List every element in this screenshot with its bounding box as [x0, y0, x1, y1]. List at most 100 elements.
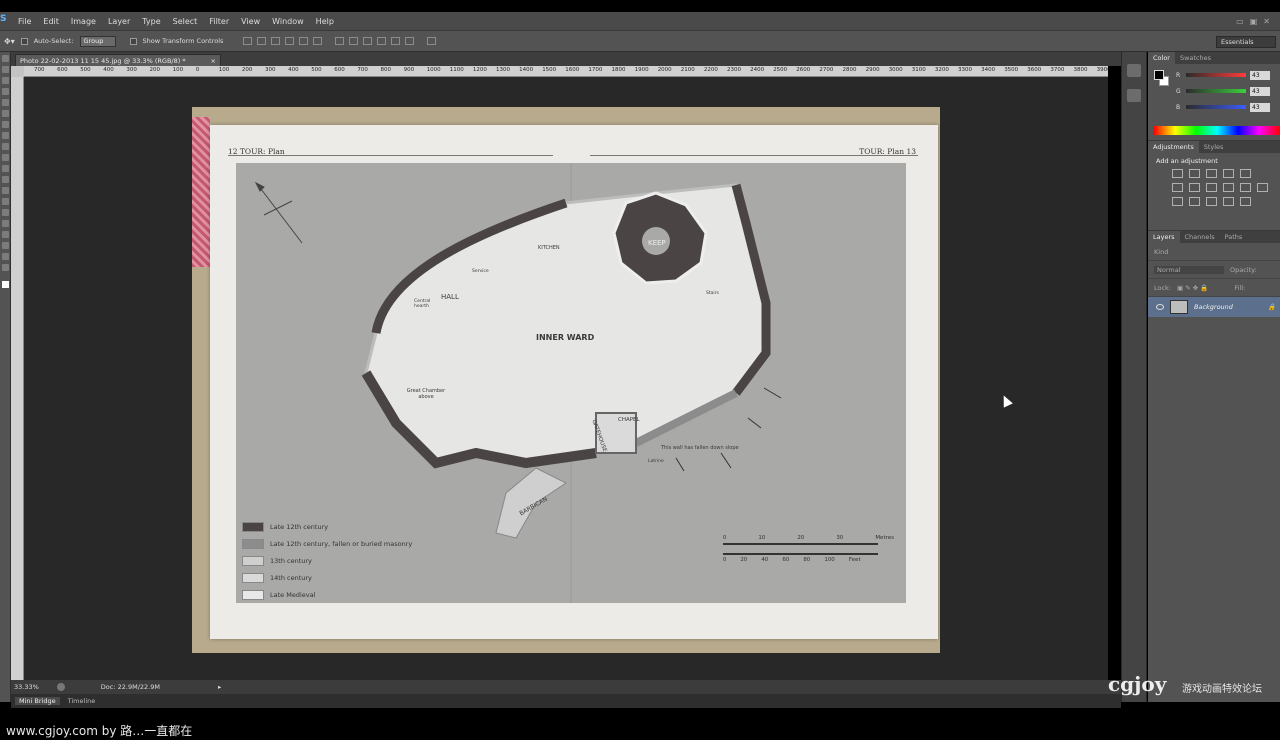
tab-adjustments[interactable]: Adjustments — [1148, 141, 1199, 153]
horizontal-ruler[interactable]: 700 600 500 400 300 200 100 0 100 200 300 400 500 600… — [24, 66, 1108, 77]
move-tool-icon[interactable]: ✥▾ — [4, 37, 15, 46]
minimize-icon[interactable]: ▭ — [1236, 17, 1244, 26]
vibrance-icon[interactable] — [1240, 169, 1251, 178]
document-canvas[interactable]: 12 TOUR: Plan TOUR: Plan 13 KEEP HALL IN… — [24, 77, 1108, 680]
green-track[interactable] — [1186, 89, 1246, 93]
stamp-tool-icon[interactable] — [2, 143, 9, 150]
marquee-tool-icon[interactable] — [2, 66, 9, 73]
visibility-eye-icon[interactable] — [1156, 304, 1164, 310]
distribute-vcenter-icon[interactable] — [349, 37, 359, 45]
auto-select-dropdown[interactable]: Group — [79, 35, 116, 47]
hue-saturation-icon[interactable] — [1172, 183, 1183, 192]
zoom-tool-icon[interactable] — [2, 264, 9, 271]
filter-kind-dropdown[interactable]: Kind — [1154, 248, 1168, 256]
blue-slider[interactable]: B 43 — [1176, 102, 1276, 112]
brush-tool-icon[interactable] — [2, 132, 9, 139]
history-panel-icon[interactable] — [1127, 64, 1141, 77]
dodge-tool-icon[interactable] — [2, 198, 9, 205]
tab-paths[interactable]: Paths — [1220, 231, 1248, 243]
menu-file[interactable]: File — [12, 17, 37, 26]
threshold-icon[interactable] — [1206, 197, 1217, 206]
eyedropper-tool-icon[interactable] — [2, 110, 9, 117]
green-value[interactable]: 43 — [1250, 86, 1270, 96]
red-track[interactable] — [1186, 73, 1246, 77]
tab-mini-bridge[interactable]: Mini Bridge — [15, 697, 60, 705]
status-info-icon[interactable] — [56, 683, 65, 691]
healing-tool-icon[interactable] — [2, 121, 9, 128]
hand-tool-icon[interactable] — [2, 253, 9, 260]
align-left-icon[interactable] — [285, 37, 295, 45]
exposure-icon[interactable] — [1223, 169, 1234, 178]
gradient-map-icon[interactable] — [1223, 197, 1234, 206]
align-top-icon[interactable] — [243, 37, 253, 45]
distribute-right-icon[interactable] — [405, 37, 415, 45]
levels-icon[interactable] — [1189, 169, 1200, 178]
menu-select[interactable]: Select — [167, 17, 204, 26]
show-transform-checkbox[interactable] — [129, 37, 137, 45]
green-slider[interactable]: G 43 — [1176, 86, 1276, 96]
ruler-origin[interactable] — [11, 66, 24, 77]
type-tool-icon[interactable] — [2, 220, 9, 227]
tab-swatches[interactable]: Swatches — [1175, 52, 1216, 64]
color-spectrum[interactable] — [1154, 126, 1280, 135]
blend-mode-dropdown[interactable]: Normal — [1154, 265, 1224, 274]
path-select-tool-icon[interactable] — [2, 231, 9, 238]
move-tool-icon[interactable] — [2, 55, 9, 62]
posterize-icon[interactable] — [1189, 197, 1200, 206]
tab-layers[interactable]: Layers — [1148, 231, 1180, 243]
photo-filter-icon[interactable] — [1223, 183, 1234, 192]
blue-track[interactable] — [1186, 105, 1246, 109]
distribute-bottom-icon[interactable] — [363, 37, 373, 45]
menu-layer[interactable]: Layer — [102, 17, 136, 26]
layer-name[interactable]: Background — [1194, 303, 1233, 311]
auto-select-checkbox[interactable] — [20, 37, 28, 45]
menu-image[interactable]: Image — [65, 17, 102, 26]
shape-tool-icon[interactable] — [2, 242, 9, 249]
pen-tool-icon[interactable] — [2, 209, 9, 216]
distribute-left-icon[interactable] — [377, 37, 387, 45]
foreground-color-swatch[interactable] — [2, 281, 9, 288]
eraser-tool-icon[interactable] — [2, 165, 9, 172]
menu-filter[interactable]: Filter — [203, 17, 235, 26]
foreground-color-swatch[interactable] — [1154, 70, 1164, 80]
brightness-icon[interactable] — [1172, 169, 1183, 178]
quick-select-tool-icon[interactable] — [2, 88, 9, 95]
tab-channels[interactable]: Channels — [1180, 231, 1220, 243]
align-bottom-icon[interactable] — [271, 37, 281, 45]
lasso-tool-icon[interactable] — [2, 77, 9, 84]
menu-edit[interactable]: Edit — [37, 17, 65, 26]
distribute-top-icon[interactable] — [335, 37, 345, 45]
red-slider[interactable]: R 43 — [1176, 70, 1276, 80]
channel-mixer-icon[interactable] — [1240, 183, 1251, 192]
layer-background[interactable]: Background 🔒 — [1148, 297, 1280, 317]
align-hcenter-icon[interactable] — [299, 37, 309, 45]
menu-type[interactable]: Type — [136, 17, 166, 26]
menu-help[interactable]: Help — [310, 17, 340, 26]
invert-icon[interactable] — [1172, 197, 1183, 206]
tab-styles[interactable]: Styles — [1199, 141, 1229, 153]
gradient-tool-icon[interactable] — [2, 176, 9, 183]
red-value[interactable]: 43 — [1250, 70, 1270, 80]
distribute-hcenter-icon[interactable] — [391, 37, 401, 45]
menu-view[interactable]: View — [235, 17, 266, 26]
workspace-switcher[interactable]: Essentials — [1216, 36, 1276, 48]
selective-color-icon[interactable] — [1240, 197, 1251, 206]
blur-tool-icon[interactable] — [2, 187, 9, 194]
document-tab[interactable]: Photo 22-02-2013 11 15 45.jpg @ 33.3% (R… — [15, 54, 221, 66]
menu-window[interactable]: Window — [266, 17, 310, 26]
vertical-ruler[interactable] — [11, 77, 24, 680]
zoom-level[interactable]: 33.33% — [14, 683, 39, 691]
close-icon[interactable]: ✕ — [1263, 17, 1270, 26]
auto-align-icon[interactable] — [427, 37, 437, 45]
tab-timeline[interactable]: Timeline — [68, 697, 96, 705]
history-brush-tool-icon[interactable] — [2, 154, 9, 161]
crop-tool-icon[interactable] — [2, 99, 9, 106]
tab-color[interactable]: Color — [1148, 52, 1175, 64]
blue-value[interactable]: 43 — [1250, 102, 1270, 112]
black-white-icon[interactable] — [1206, 183, 1217, 192]
curves-icon[interactable] — [1206, 169, 1217, 178]
align-right-icon[interactable] — [313, 37, 323, 45]
color-lookup-icon[interactable] — [1257, 183, 1268, 192]
status-menu-arrow-icon[interactable]: ▸ — [218, 683, 221, 691]
properties-panel-icon[interactable] — [1127, 89, 1141, 102]
